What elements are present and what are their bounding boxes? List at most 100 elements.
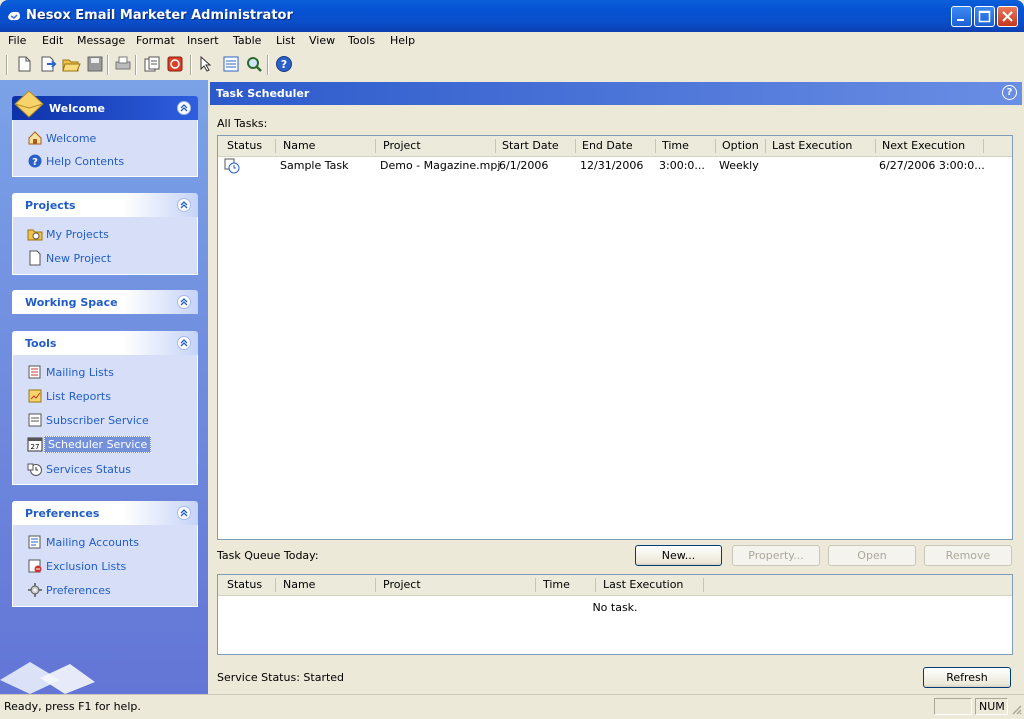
task-queue-header: Status Name Project Time Last Execution bbox=[218, 575, 1012, 596]
menu-view[interactable]: View bbox=[309, 34, 335, 47]
column-status[interactable]: Status bbox=[227, 578, 262, 591]
select-icon[interactable] bbox=[197, 54, 217, 74]
column-time[interactable]: Time bbox=[662, 139, 689, 152]
new-button[interactable]: New... bbox=[635, 545, 722, 566]
column-name[interactable]: Name bbox=[283, 139, 315, 152]
preview-icon[interactable] bbox=[142, 54, 162, 74]
tools-group-header[interactable]: Tools bbox=[12, 331, 198, 355]
maximize-button[interactable] bbox=[974, 6, 995, 27]
column-option[interactable]: Option bbox=[722, 139, 759, 152]
task-queue-label: Task Queue Today: bbox=[217, 549, 319, 562]
sidebar-item-label: Scheduler Service bbox=[44, 436, 152, 453]
sidebar-item-label: Services Status bbox=[46, 463, 131, 476]
menu-table[interactable]: Table bbox=[233, 34, 261, 47]
column-project[interactable]: Project bbox=[383, 139, 421, 152]
menu-help[interactable]: Help bbox=[390, 34, 415, 47]
collapse-chevron-icon[interactable] bbox=[177, 101, 191, 115]
working-space-group-title: Working Space bbox=[25, 296, 118, 309]
main-content: Task Scheduler ? All Tasks: Status Name … bbox=[208, 80, 1024, 694]
page-title: Task Scheduler bbox=[216, 87, 310, 100]
column-time[interactable]: Time bbox=[543, 578, 570, 591]
list-icon[interactable] bbox=[221, 54, 241, 74]
sidebar-item-label: Preferences bbox=[46, 584, 111, 597]
new-document-icon[interactable] bbox=[14, 54, 34, 74]
column-next-execution[interactable]: Next Execution bbox=[882, 139, 965, 152]
collapse-chevron-icon[interactable] bbox=[177, 506, 191, 520]
menu-format[interactable]: Format bbox=[136, 34, 175, 47]
working-space-group: Working Space bbox=[12, 290, 198, 314]
sidebar-item-label: Mailing Lists bbox=[46, 366, 114, 379]
column-name[interactable]: Name bbox=[283, 578, 315, 591]
project-folder-icon bbox=[27, 229, 43, 241]
column-divider[interactable] bbox=[765, 139, 766, 153]
task-start-date: 6/1/2006 bbox=[499, 159, 549, 172]
column-status[interactable]: Status bbox=[227, 139, 262, 152]
column-divider[interactable] bbox=[703, 578, 704, 592]
projects-group-title: Projects bbox=[25, 199, 76, 212]
task-queue-list[interactable]: Status Name Project Time Last Execution … bbox=[217, 574, 1013, 655]
welcome-group-header[interactable]: Welcome bbox=[12, 90, 198, 120]
column-divider[interactable] bbox=[715, 139, 716, 153]
column-last-execution[interactable]: Last Execution bbox=[772, 139, 852, 152]
window-title: Nesox Email Marketer Administrator bbox=[26, 8, 293, 23]
scheduled-task-icon bbox=[224, 158, 240, 174]
column-divider[interactable] bbox=[375, 578, 376, 592]
import-icon[interactable] bbox=[38, 54, 58, 74]
num-lock-indicator: NUM bbox=[975, 698, 1008, 715]
all-tasks-list[interactable]: Status Name Project Start Date End Date … bbox=[217, 135, 1013, 540]
working-space-group-header[interactable]: Working Space bbox=[12, 290, 198, 314]
column-divider[interactable] bbox=[983, 139, 984, 153]
mailing-accounts-icon bbox=[28, 535, 41, 549]
app-icon bbox=[8, 11, 20, 21]
welcome-group-body: Welcome ? Help Contents bbox=[12, 120, 198, 177]
close-button[interactable] bbox=[997, 6, 1018, 27]
task-option: Weekly bbox=[719, 159, 759, 172]
column-divider[interactable] bbox=[875, 139, 876, 153]
column-divider[interactable] bbox=[575, 139, 576, 153]
column-divider[interactable] bbox=[375, 139, 376, 153]
property-button[interactable]: Property... bbox=[732, 545, 820, 566]
collapse-chevron-icon[interactable] bbox=[177, 295, 191, 309]
sidebar-item-label: Subscriber Service bbox=[46, 414, 149, 427]
menu-tools[interactable]: Tools bbox=[348, 34, 375, 47]
menu-message[interactable]: Message bbox=[77, 34, 125, 47]
decorative-envelopes-icon bbox=[0, 662, 95, 694]
refresh-button[interactable]: Refresh bbox=[923, 667, 1011, 688]
home-icon bbox=[28, 131, 42, 145]
column-end-date[interactable]: End Date bbox=[582, 139, 633, 152]
collapse-chevron-icon[interactable] bbox=[177, 198, 191, 212]
column-divider[interactable] bbox=[655, 139, 656, 153]
column-divider[interactable] bbox=[535, 578, 536, 592]
open-button[interactable]: Open bbox=[828, 545, 916, 566]
table-row[interactable]: Sample Task Demo - Magazine.mpj 6/1/2006… bbox=[218, 157, 1012, 175]
projects-group-header[interactable]: Projects bbox=[12, 193, 198, 217]
menu-edit[interactable]: Edit bbox=[42, 34, 63, 47]
sidebar-item-label: Help Contents bbox=[46, 155, 125, 168]
task-end-date: 12/31/2006 bbox=[580, 159, 644, 172]
save-icon[interactable] bbox=[85, 54, 105, 74]
column-start-date[interactable]: Start Date bbox=[502, 139, 559, 152]
minimize-button[interactable] bbox=[951, 6, 972, 27]
title-bar: Nesox Email Marketer Administrator bbox=[0, 0, 1024, 32]
remove-button[interactable]: Remove bbox=[924, 545, 1012, 566]
menu-file[interactable]: File bbox=[8, 34, 26, 47]
column-last-execution[interactable]: Last Execution bbox=[603, 578, 683, 591]
column-divider[interactable] bbox=[275, 139, 276, 153]
print-icon[interactable] bbox=[113, 54, 133, 74]
all-tasks-label: All Tasks: bbox=[217, 117, 268, 130]
open-folder-icon[interactable] bbox=[61, 54, 81, 74]
collapse-chevron-icon[interactable] bbox=[177, 336, 191, 350]
column-divider[interactable] bbox=[275, 578, 276, 592]
preferences-group-header[interactable]: Preferences bbox=[12, 501, 198, 525]
preferences-gear-icon bbox=[28, 583, 42, 597]
resize-grip-icon[interactable] bbox=[1010, 703, 1022, 715]
help-icon[interactable]: ? bbox=[1002, 85, 1017, 100]
search-icon[interactable] bbox=[244, 54, 264, 74]
menu-insert[interactable]: Insert bbox=[187, 34, 219, 47]
column-divider[interactable] bbox=[595, 578, 596, 592]
menu-list[interactable]: List bbox=[276, 34, 295, 47]
help-icon[interactable]: ? bbox=[274, 54, 294, 74]
column-project[interactable]: Project bbox=[383, 578, 421, 591]
stop-icon[interactable] bbox=[165, 54, 185, 74]
column-divider[interactable] bbox=[495, 139, 496, 153]
